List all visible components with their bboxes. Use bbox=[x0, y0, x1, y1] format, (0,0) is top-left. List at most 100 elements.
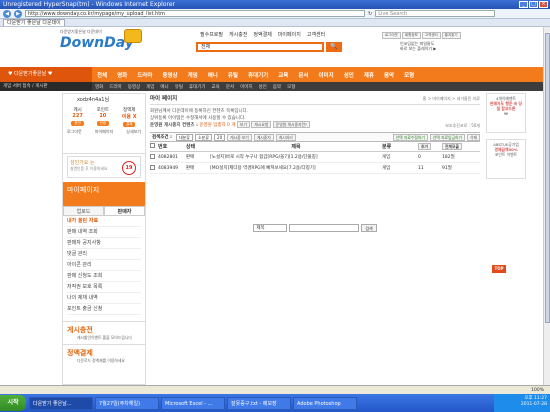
subnav-item[interactable]: 동영상 bbox=[125, 84, 143, 90]
start-button[interactable]: 시작 bbox=[0, 395, 26, 411]
subnav-item[interactable]: 애니 bbox=[157, 84, 171, 90]
select-all-checkbox[interactable] bbox=[150, 143, 155, 148]
nav-item[interactable]: 이미지 bbox=[314, 71, 339, 79]
menu-item[interactable]: 내가 올린 자료 bbox=[67, 216, 141, 227]
delete-button[interactable]: 삭제 bbox=[467, 133, 480, 141]
charge-button[interactable]: 충전 bbox=[71, 121, 84, 126]
help-button[interactable]: 운영원 게시중지란? bbox=[272, 121, 310, 128]
menu-item[interactable]: 아이콘 관리 bbox=[67, 260, 141, 271]
maximize-button[interactable]: □ bbox=[529, 1, 538, 8]
forward-icon[interactable]: ▶ bbox=[14, 9, 22, 18]
nav-item[interactable]: 동영상 bbox=[157, 71, 182, 79]
help-link[interactable]: 고객센터 bbox=[421, 32, 441, 39]
subnav-item[interactable]: 드라마 bbox=[106, 84, 124, 90]
detail-link[interactable]: 상세보기 bbox=[126, 129, 141, 135]
subnav-item[interactable]: 유틸 bbox=[172, 84, 186, 90]
table-row[interactable]: 4083949 판매 [MO설치]제다용 역경RPG에 빠져보세요[7.2용/다… bbox=[150, 163, 480, 174]
address-input[interactable]: http://www.downday.co.kr/mypage/my_uploa… bbox=[25, 10, 365, 17]
taskbar-item[interactable]: 잘못증구.txt - 메모장 bbox=[227, 396, 291, 410]
nav-item[interactable]: 애니 bbox=[203, 71, 223, 79]
menu-item[interactable]: 판매자 공지사항 bbox=[67, 238, 141, 249]
flatrate-banner[interactable]: 정액결제 다운로드 정액제를 이용하세요 bbox=[63, 344, 145, 367]
minimize-button[interactable]: _ bbox=[519, 1, 528, 8]
subnav-banner[interactable]: 게임 서버 접속 / 게시판 bbox=[0, 82, 92, 91]
nav-item[interactable]: 영화 bbox=[112, 71, 132, 79]
site-search-input[interactable]: 전체 bbox=[196, 42, 324, 52]
taskbar-item[interactable]: Adobe Photoshop bbox=[293, 396, 357, 410]
cash-charge-banner[interactable]: 게시충전 캐시할인이벤트 폴을 모아드립니다 bbox=[63, 321, 145, 344]
taskbar-item[interactable]: 다운받기 좋은날... bbox=[29, 396, 93, 410]
search-button[interactable]: 검색 bbox=[361, 224, 377, 232]
category-select[interactable]: 대분류 bbox=[175, 133, 193, 141]
banner-event[interactable]: 4개이메벤트 판매자도 행운 속 당첨 함코드론 ₩ bbox=[486, 93, 526, 133]
page-size-select[interactable]: 20 bbox=[214, 133, 226, 141]
row-checkbox[interactable] bbox=[150, 153, 155, 159]
edit-selected-button[interactable]: 선택 자료수정하기 bbox=[392, 133, 428, 141]
nav-item[interactable]: 모형 bbox=[399, 71, 419, 79]
subcategory-select[interactable]: 소분류 bbox=[194, 133, 213, 141]
subnav-item[interactable]: 모형 bbox=[284, 84, 298, 90]
view-button[interactable]: 보기 bbox=[236, 121, 250, 128]
nav-item[interactable]: 성인 bbox=[339, 71, 359, 79]
subnav-item[interactable]: 교육 bbox=[209, 84, 223, 90]
top-menu-item[interactable]: 정액결제 bbox=[253, 31, 271, 38]
item-title-link[interactable]: [노설치]바로 시작 누구나 합갑[RPG/올7][1.2용/단볼칭] bbox=[210, 154, 382, 160]
tab-uploader[interactable]: 업로드 bbox=[63, 206, 104, 216]
search-icon[interactable]: 🔍 bbox=[326, 42, 342, 52]
subnav-item[interactable]: 음악 bbox=[270, 84, 284, 90]
logout-link[interactable]: 로그아웃 bbox=[382, 32, 401, 39]
tab-seller[interactable]: 판매자 bbox=[104, 206, 145, 216]
pay-button[interactable]: 결제 bbox=[122, 122, 136, 127]
vertical-scrollbar[interactable] bbox=[543, 27, 550, 385]
player-promo[interactable]: 인코딩없는 파일들도 바로 보는 플레이기 ▶ bbox=[400, 41, 436, 51]
collect-button[interactable]: 전체모을 bbox=[442, 142, 462, 150]
top-menu-item[interactable]: 게시충전 bbox=[229, 31, 247, 38]
nav-item[interactable]: 음악 bbox=[379, 71, 399, 79]
nav-item[interactable]: 교육 bbox=[273, 71, 293, 79]
menu-item[interactable]: 저작권 보호 목록 bbox=[67, 282, 141, 293]
nav-item[interactable]: 게임 bbox=[183, 71, 203, 79]
menu-item[interactable]: 포인트 출금 신청 bbox=[67, 304, 141, 315]
nav-item[interactable]: 드라마 bbox=[132, 71, 157, 79]
filter-button[interactable]: 게시중 보기 bbox=[227, 133, 252, 141]
logout-link[interactable]: 로그아웃 bbox=[67, 129, 82, 135]
top-menu-item[interactable]: 고객센터 bbox=[307, 31, 325, 38]
filter-button[interactable]: 게시처리 bbox=[275, 133, 296, 141]
subnav-item[interactable]: 성인 bbox=[256, 84, 270, 90]
nav-item[interactable]: 휴대기기 bbox=[243, 71, 273, 79]
request-button[interactable]: 게시요청 bbox=[251, 121, 272, 128]
menu-item[interactable]: 댓글 관리 bbox=[67, 249, 141, 260]
add-button[interactable]: 추가 bbox=[418, 142, 431, 150]
back-icon[interactable]: ◀ bbox=[3, 9, 11, 18]
filter-button[interactable]: 게시중지 bbox=[253, 133, 274, 141]
top-menu-item[interactable]: 마이페이지 bbox=[278, 31, 301, 38]
nav-banner[interactable]: ♥ 다운받기좋은날 ♥ bbox=[0, 67, 92, 82]
nav-item[interactable]: 유틸 bbox=[223, 71, 243, 79]
site-logo[interactable]: 다운받기좋은날 다운데이 DownDay bbox=[60, 29, 142, 59]
top-menu-item[interactable]: 필수프로필 bbox=[200, 31, 223, 38]
subnav-item[interactable]: 휴대기기 bbox=[186, 84, 209, 90]
adult-cert-banner[interactable]: 성인가요 는 실명인증 후 이용하세요 19 bbox=[67, 156, 141, 178]
table-row[interactable]: 4082801 판매 [노설치]바로 시작 누구나 합갑[RPG/올7][1.2… bbox=[150, 152, 480, 163]
taskbar-item[interactable]: Microsoft Excel - ... bbox=[161, 396, 225, 410]
member-info-link[interactable]: 회원정보 bbox=[401, 32, 421, 39]
subnav-item[interactable]: 이미지 bbox=[237, 84, 255, 90]
browser-search-input[interactable]: Live Search bbox=[375, 10, 496, 17]
nav-item[interactable]: 제휴 bbox=[359, 71, 379, 79]
subnav-item[interactable]: 게임 bbox=[143, 84, 157, 90]
refresh-icon[interactable]: ↻ bbox=[368, 11, 372, 17]
nav-item[interactable]: 문서 bbox=[293, 71, 313, 79]
keyword-input[interactable] bbox=[289, 224, 360, 232]
mypage-link[interactable]: 마이페이지 bbox=[95, 129, 113, 135]
close-button[interactable]: × bbox=[539, 1, 548, 8]
subnav-item[interactable]: 문서 bbox=[223, 84, 237, 90]
menu-item[interactable]: 판매 신청도 조회 bbox=[67, 271, 141, 282]
row-checkbox[interactable] bbox=[150, 164, 155, 170]
menu-item[interactable]: 판매 내역 조회 bbox=[67, 227, 141, 238]
menu-item[interactable]: 나의 제재 내역 bbox=[67, 293, 141, 304]
scroll-top-button[interactable]: TOP bbox=[492, 265, 506, 273]
favorite-link[interactable]: 즐겨찾기 bbox=[441, 32, 461, 39]
subnav-item[interactable]: 영화 bbox=[92, 84, 106, 90]
nav-item[interactable]: 전체 bbox=[92, 71, 112, 79]
deposit-selected-button[interactable]: 선택 자료입금하기 bbox=[429, 133, 465, 141]
